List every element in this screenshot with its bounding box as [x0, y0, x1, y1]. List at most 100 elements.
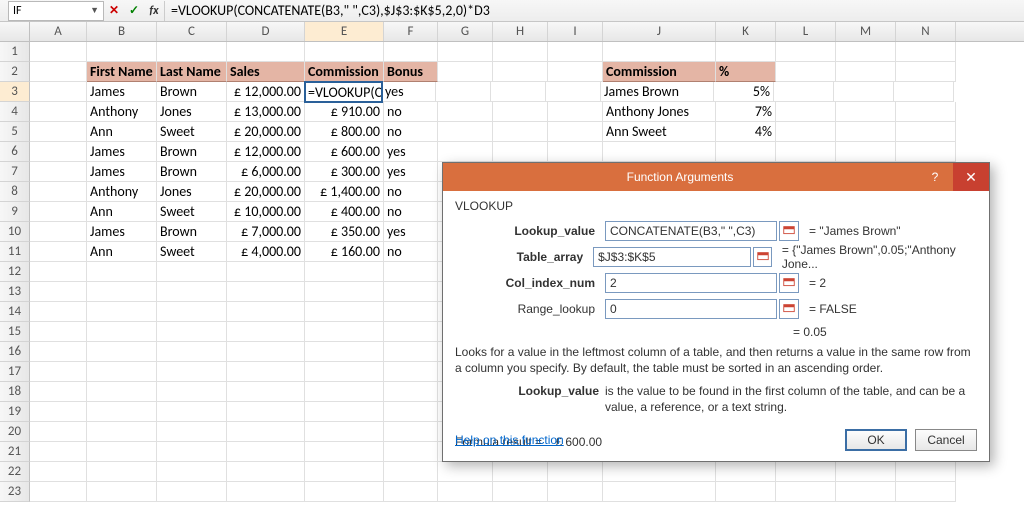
cancel-button[interactable]: Cancel	[915, 429, 977, 451]
cell[interactable]	[227, 262, 305, 282]
cell[interactable]: Bonus	[384, 62, 438, 82]
cell[interactable]	[896, 142, 956, 162]
cell[interactable]	[836, 62, 896, 82]
cell[interactable]: %	[716, 62, 776, 82]
cell[interactable]	[774, 82, 834, 102]
cell[interactable]	[30, 42, 87, 62]
cell[interactable]: Jones	[157, 102, 227, 122]
cell[interactable]	[87, 362, 157, 382]
cell[interactable]: Anthony	[87, 182, 157, 202]
cell[interactable]	[716, 482, 776, 502]
cell[interactable]	[227, 482, 305, 502]
cell[interactable]	[384, 262, 438, 282]
cell[interactable]	[30, 442, 87, 462]
cell[interactable]: £ 160.00	[305, 242, 384, 262]
fx-icon[interactable]: fx	[144, 1, 164, 21]
cell[interactable]	[836, 122, 896, 142]
cell[interactable]	[305, 462, 384, 482]
col-header-M[interactable]: M	[836, 22, 896, 41]
cell[interactable]: yes	[382, 82, 436, 102]
col-header-I[interactable]: I	[548, 22, 603, 41]
cell[interactable]	[30, 202, 87, 222]
cell[interactable]	[896, 102, 956, 122]
row-header[interactable]: 9	[0, 202, 30, 222]
cell[interactable]	[305, 482, 384, 502]
row-header[interactable]: 2	[0, 62, 30, 82]
cell[interactable]	[87, 402, 157, 422]
cell[interactable]: no	[384, 242, 438, 262]
cell[interactable]	[836, 462, 896, 482]
cell[interactable]	[157, 402, 227, 422]
cell[interactable]: £ 4,000.00	[227, 242, 305, 262]
cell[interactable]	[87, 422, 157, 442]
cell[interactable]	[493, 462, 548, 482]
col-header-A[interactable]: A	[30, 22, 87, 41]
cell[interactable]	[548, 122, 603, 142]
cell[interactable]: no	[384, 182, 438, 202]
cell[interactable]	[894, 82, 954, 102]
cell[interactable]	[493, 102, 548, 122]
cell[interactable]	[491, 82, 546, 102]
cell[interactable]: yes	[384, 162, 438, 182]
cell[interactable]: no	[384, 102, 438, 122]
cell[interactable]: £ 20,000.00	[227, 122, 305, 142]
cell[interactable]	[305, 282, 384, 302]
range-selector-icon[interactable]	[779, 299, 799, 319]
cell[interactable]: £ 600.00	[305, 142, 384, 162]
cell[interactable]	[30, 402, 87, 422]
cell[interactable]	[438, 42, 493, 62]
cell[interactable]: James	[87, 82, 157, 102]
cell[interactable]	[30, 262, 87, 282]
cell[interactable]	[30, 222, 87, 242]
row-header[interactable]: 19	[0, 402, 30, 422]
cell[interactable]	[157, 42, 227, 62]
cell[interactable]	[227, 402, 305, 422]
cell[interactable]: 5%	[714, 82, 774, 102]
cell[interactable]	[603, 142, 716, 162]
cell[interactable]: Sales	[227, 62, 305, 82]
cell[interactable]	[30, 322, 87, 342]
row-header[interactable]: 4	[0, 102, 30, 122]
col-header-D[interactable]: D	[227, 22, 305, 41]
row-header[interactable]: 11	[0, 242, 30, 262]
cell[interactable]	[438, 462, 493, 482]
cell[interactable]: no	[384, 202, 438, 222]
cell[interactable]	[305, 342, 384, 362]
name-box-dropdown-icon[interactable]: ▼	[90, 5, 99, 16]
cell[interactable]	[493, 122, 548, 142]
cell[interactable]	[438, 122, 493, 142]
cell[interactable]	[836, 42, 896, 62]
cell[interactable]	[30, 462, 87, 482]
dialog-help-button[interactable]: ?	[917, 163, 953, 191]
cell[interactable]: First Name	[87, 62, 157, 82]
name-box[interactable]: IF ▼	[8, 1, 104, 21]
cell[interactable]	[30, 422, 87, 442]
cell[interactable]	[776, 482, 836, 502]
cell[interactable]: Sweet	[157, 122, 227, 142]
cell[interactable]: Commission	[603, 62, 716, 82]
cell[interactable]	[87, 482, 157, 502]
cell[interactable]: James	[87, 162, 157, 182]
cell[interactable]	[30, 482, 87, 502]
cell[interactable]: £ 350.00	[305, 222, 384, 242]
cell[interactable]: 4%	[716, 122, 776, 142]
formula-input[interactable]: =VLOOKUP(CONCATENATE(B3," ",C3),$J$3:$K$…	[164, 1, 1024, 21]
row-header[interactable]: 7	[0, 162, 30, 182]
cell[interactable]	[87, 442, 157, 462]
help-link[interactable]: Help on this function	[455, 433, 564, 447]
cell[interactable]	[305, 422, 384, 442]
cell[interactable]	[384, 302, 438, 322]
cell[interactable]	[836, 142, 896, 162]
row-header[interactable]: 21	[0, 442, 30, 462]
cell[interactable]	[438, 482, 493, 502]
cell[interactable]: Anthony Jones	[603, 102, 716, 122]
cell[interactable]: £ 12,000.00	[227, 142, 305, 162]
cell[interactable]	[305, 442, 384, 462]
cell[interactable]: £ 7,000.00	[227, 222, 305, 242]
cell[interactable]	[157, 302, 227, 322]
row-header[interactable]: 6	[0, 142, 30, 162]
cell[interactable]	[548, 142, 603, 162]
row-header[interactable]: 12	[0, 262, 30, 282]
range-selector-icon[interactable]	[779, 273, 799, 293]
cell[interactable]	[87, 262, 157, 282]
